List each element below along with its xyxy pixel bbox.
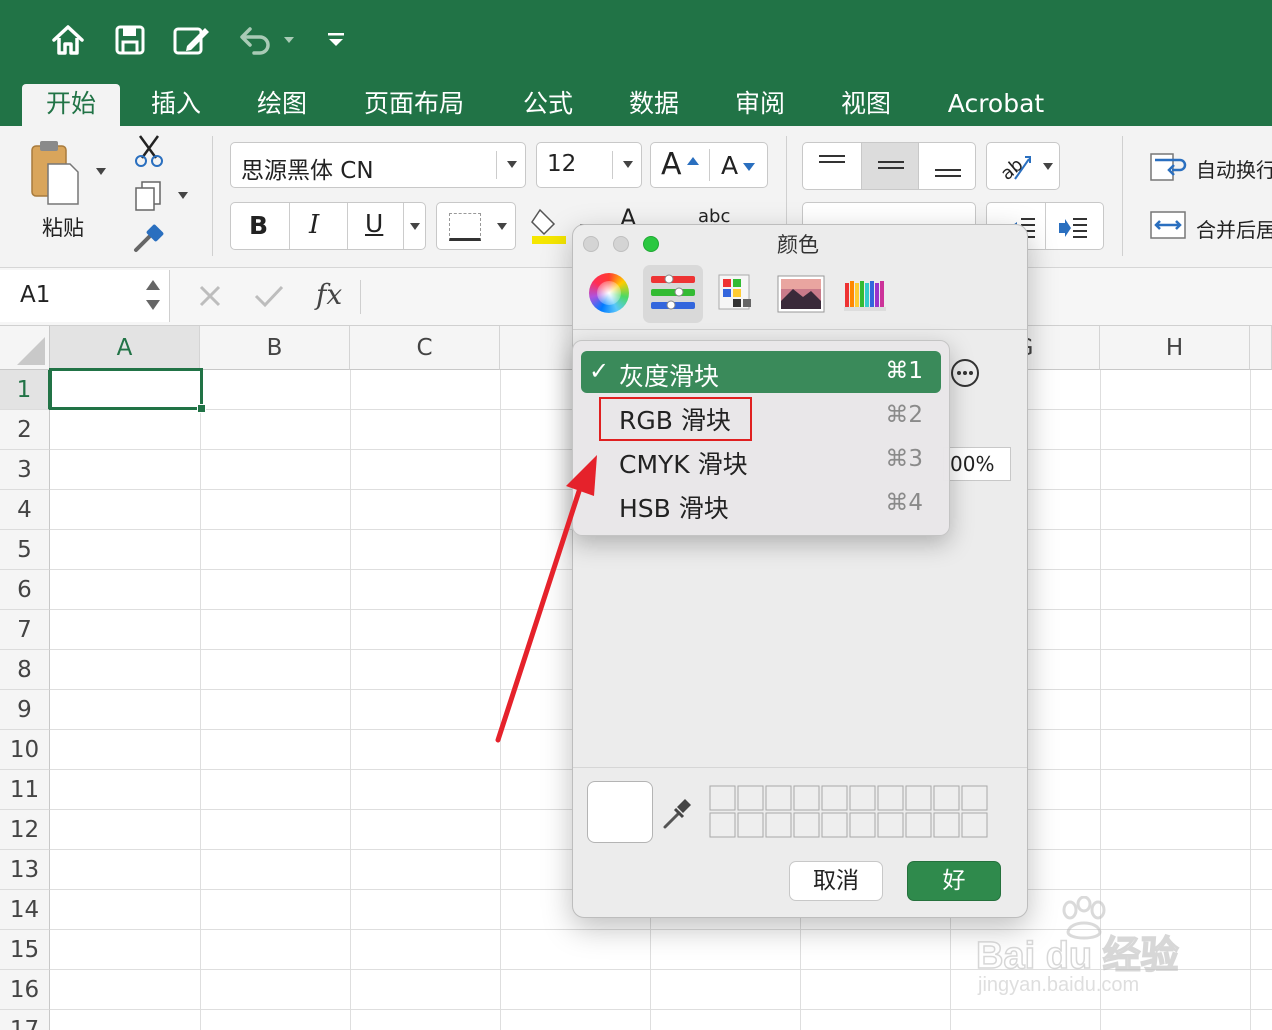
watermark-url: jingyan.baidu.com: [978, 974, 1140, 996]
watermark-brand: Bai du 经验: [975, 934, 1179, 978]
baidu-watermark: Bai du 经验 jingyan.baidu.com: [972, 895, 1212, 1006]
annotation-arrow: [495, 455, 597, 743]
